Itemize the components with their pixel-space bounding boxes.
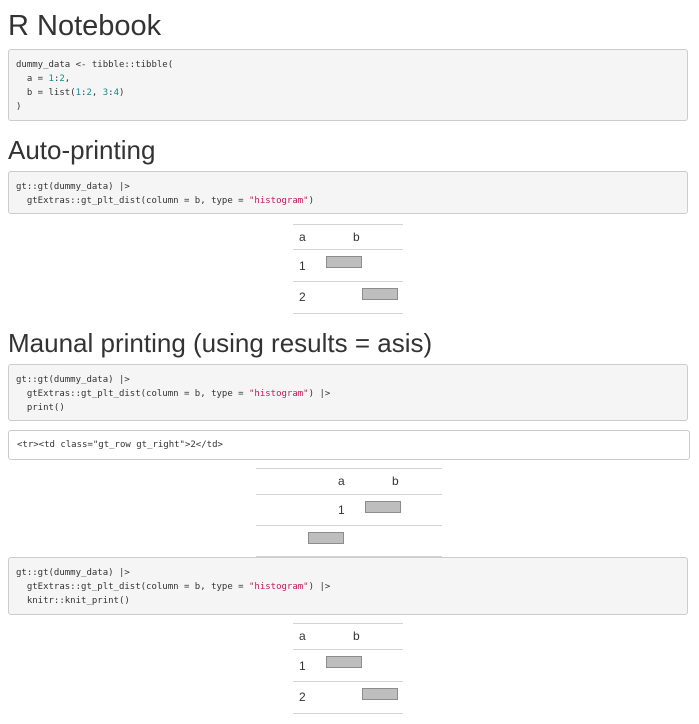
code-line: gt::gt(dummy_data) |> — [16, 375, 130, 385]
column-header-b: b — [353, 230, 360, 244]
histogram-bar-row-1 — [326, 256, 362, 268]
gt-table-manual: a b 1 — [256, 468, 442, 558]
code-chunk-knit-print[interactable]: gt::gt(dummy_data) |> gtExtras::gt_plt_d… — [8, 557, 688, 615]
header-divider — [293, 649, 403, 650]
code-line: dummy_data <- tibble::tibble( — [16, 60, 174, 70]
cell-a-row-2: 2 — [299, 290, 306, 304]
table-top-border — [256, 468, 442, 469]
code-line: gt::gt(dummy_data) |> — [16, 568, 130, 578]
code-line: b = list(1:2, 3:4) — [16, 88, 125, 98]
code-line: a = 1:2, — [16, 74, 71, 84]
row-divider — [256, 525, 442, 526]
code-line: gtExtras::gt_plt_dist(column = b, type =… — [16, 582, 331, 592]
header-divider — [293, 249, 403, 250]
section-heading-manual-printing: Maunal printing (using results = asis) — [8, 328, 433, 358]
cell-a-row-1: 1 — [299, 259, 306, 273]
code-line: knitr::knit_print() — [16, 596, 130, 606]
code-chunk-manual-print[interactable]: gt::gt(dummy_data) |> gtExtras::gt_plt_d… — [8, 364, 688, 421]
histogram-bar-row-1 — [326, 656, 362, 668]
cell-a-row-2: 2 — [299, 690, 306, 704]
row-divider — [293, 281, 403, 282]
histogram-bar-row-1 — [365, 501, 401, 513]
code-line: print() — [16, 403, 65, 413]
raw-html-output[interactable]: <tr><td class="gt_row gt_right">2</td> — [8, 430, 690, 460]
histogram-bar-row-2 — [362, 288, 398, 300]
header-divider — [256, 494, 442, 495]
gt-table-auto: a b 1 2 — [293, 224, 403, 314]
code-line: gt::gt(dummy_data) |> — [16, 182, 130, 192]
table-top-border — [293, 224, 403, 225]
table-bottom-border — [293, 713, 403, 714]
column-header-b: b — [353, 629, 360, 643]
cell-a-row-1: 1 — [338, 503, 345, 517]
section-heading-auto-printing: Auto-printing — [8, 135, 156, 165]
column-header-a: a — [299, 629, 306, 643]
column-header-a: a — [299, 230, 306, 244]
gt-table-knit: a b 1 2 — [293, 623, 403, 715]
histogram-bar-row-2 — [362, 688, 398, 700]
column-header-a: a — [338, 474, 345, 488]
row-divider — [293, 681, 403, 682]
code-line: gtExtras::gt_plt_dist(column = b, type =… — [16, 389, 331, 399]
column-header-b: b — [392, 474, 399, 488]
code-chunk-auto-print[interactable]: gt::gt(dummy_data) |> gtExtras::gt_plt_d… — [8, 171, 688, 214]
table-top-border — [293, 623, 403, 624]
table-bottom-border — [293, 313, 403, 314]
code-line: gtExtras::gt_plt_dist(column = b, type =… — [16, 196, 315, 206]
code-chunk-setup[interactable]: dummy_data <- tibble::tibble( a = 1:2, b… — [8, 49, 688, 121]
cell-a-row-1: 1 — [299, 659, 306, 673]
histogram-bar-stray — [308, 532, 344, 544]
code-line: ) — [16, 102, 22, 112]
page-title: R Notebook — [8, 10, 162, 42]
